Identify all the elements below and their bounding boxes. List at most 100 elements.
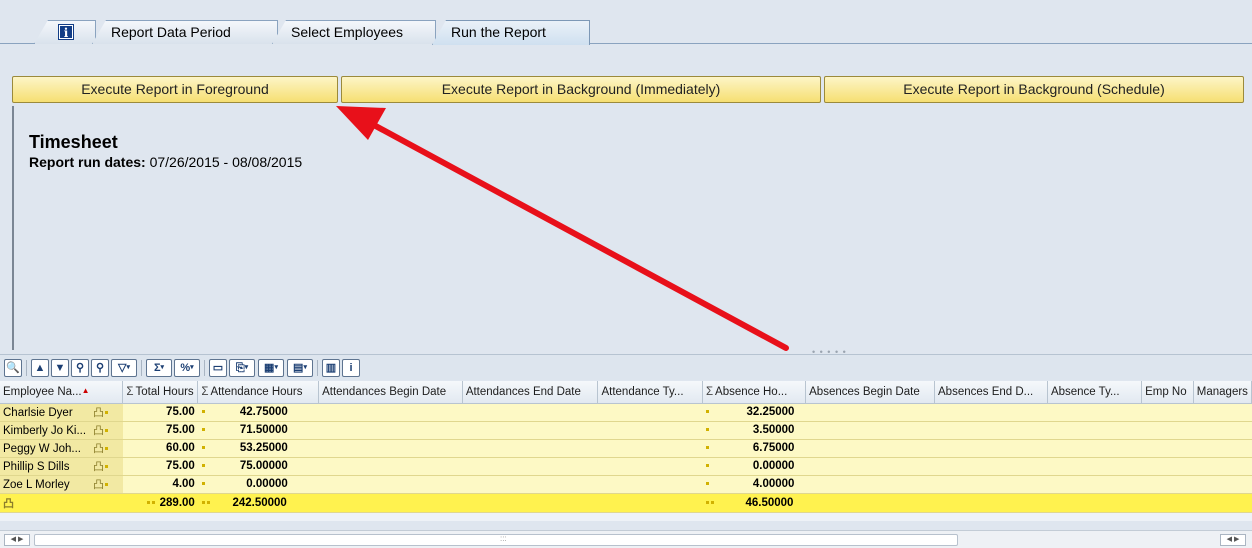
column-header[interactable]: Σ Absence Ho... bbox=[702, 381, 807, 404]
tab-run-the-report[interactable]: Run the Report bbox=[432, 20, 590, 45]
table-cell[interactable] bbox=[805, 403, 935, 422]
execute-background-schedule-button[interactable]: Execute Report in Background (Schedule) bbox=[824, 76, 1244, 103]
total-hours-cell[interactable]: 60.00 bbox=[122, 439, 198, 458]
sort-descending-icon[interactable]: ▼ bbox=[51, 359, 69, 377]
table-cell[interactable] bbox=[1193, 475, 1252, 494]
attendance-hours-cell[interactable]: 42.75000 bbox=[197, 403, 319, 422]
table-cell[interactable] bbox=[318, 439, 463, 458]
employee-name-cell[interactable]: Zoe L Morley 凸 bbox=[0, 475, 123, 494]
table-cell[interactable] bbox=[934, 403, 1048, 422]
column-header[interactable]: Absences Begin Date bbox=[805, 381, 935, 404]
table-cell[interactable] bbox=[462, 421, 598, 440]
column-header[interactable]: Managers bbox=[1193, 381, 1252, 404]
table-cell[interactable] bbox=[934, 475, 1048, 494]
attendance-hours-sum-cell[interactable]: 242.50000 bbox=[197, 493, 319, 513]
table-cell[interactable] bbox=[934, 457, 1048, 476]
table-cell[interactable] bbox=[597, 493, 703, 513]
total-hours-cell[interactable]: 75.00 bbox=[122, 403, 198, 422]
column-header[interactable]: Absence Ty... bbox=[1047, 381, 1143, 404]
table-cell[interactable] bbox=[597, 439, 703, 458]
table-cell[interactable] bbox=[318, 457, 463, 476]
export-icon[interactable]: ⎘▾ bbox=[229, 359, 255, 377]
info-icon[interactable]: i bbox=[342, 359, 360, 377]
table-cell[interactable] bbox=[1193, 457, 1252, 476]
print-preview-icon[interactable]: ▭ bbox=[209, 359, 227, 377]
employee-name-cell[interactable]: Kimberly Jo Ki... 凸 bbox=[0, 421, 123, 440]
absence-hours-cell[interactable]: 32.25000 bbox=[702, 403, 806, 422]
table-cell[interactable] bbox=[1141, 475, 1194, 494]
table-cell[interactable] bbox=[1047, 421, 1142, 440]
total-hours-cell[interactable]: 75.00 bbox=[122, 457, 198, 476]
table-cell[interactable] bbox=[1193, 403, 1252, 422]
table-cell[interactable] bbox=[805, 493, 935, 513]
table-cell[interactable] bbox=[1047, 493, 1142, 513]
table-cell[interactable] bbox=[1141, 421, 1194, 440]
graphic-icon[interactable]: ▥ bbox=[322, 359, 340, 377]
scrollbar-thumb[interactable]: ::: bbox=[34, 534, 958, 546]
attendance-hours-cell[interactable]: 0.00000 bbox=[197, 475, 319, 494]
table-cell[interactable] bbox=[597, 421, 703, 440]
column-header[interactable]: Emp No bbox=[1141, 381, 1194, 404]
column-header[interactable]: Σ Total Hours bbox=[122, 381, 199, 404]
sort-ascending-icon[interactable]: ▲ bbox=[31, 359, 49, 377]
table-cell[interactable] bbox=[1047, 403, 1142, 422]
layout-icon[interactable]: ▦▾ bbox=[258, 359, 284, 377]
tab-select-employees[interactable]: Select Employees bbox=[272, 20, 436, 44]
table-cell[interactable] bbox=[1141, 493, 1194, 513]
tab-report-data-period[interactable]: Report Data Period bbox=[92, 20, 278, 44]
total-hours-cell[interactable]: 4.00 bbox=[122, 475, 198, 494]
select-layout-icon[interactable]: ▤▾ bbox=[287, 359, 313, 377]
table-row[interactable]: Phillip S Dills 凸 75.00 75.00000 0.00000 bbox=[0, 457, 1252, 476]
employee-name-cell[interactable]: Phillip S Dills 凸 bbox=[0, 457, 123, 476]
column-header[interactable]: Attendances Begin Date bbox=[318, 381, 463, 404]
table-cell[interactable] bbox=[462, 403, 598, 422]
table-cell[interactable] bbox=[462, 439, 598, 458]
table-row[interactable]: Zoe L Morley 凸 4.00 0.00000 4.00000 bbox=[0, 475, 1252, 494]
attendance-hours-cell[interactable]: 53.25000 bbox=[197, 439, 319, 458]
table-cell[interactable] bbox=[805, 457, 935, 476]
absence-hours-cell[interactable]: 4.00000 bbox=[702, 475, 806, 494]
table-cell[interactable] bbox=[1047, 439, 1142, 458]
column-header[interactable]: Σ Attendance Hours bbox=[197, 381, 320, 404]
tab-info[interactable]: i bbox=[34, 20, 96, 44]
table-cell[interactable] bbox=[597, 475, 703, 494]
table-cell[interactable] bbox=[318, 421, 463, 440]
table-cell[interactable] bbox=[1047, 457, 1142, 476]
employee-name-cell[interactable]: Peggy W Joh... 凸 bbox=[0, 439, 123, 458]
column-header[interactable]: Employee Na...▲ bbox=[0, 381, 124, 404]
table-cell[interactable] bbox=[934, 421, 1048, 440]
table-cell[interactable] bbox=[462, 493, 598, 513]
table-cell[interactable] bbox=[462, 457, 598, 476]
table-cell[interactable] bbox=[318, 403, 463, 422]
table-cell[interactable] bbox=[805, 421, 935, 440]
table-cell[interactable] bbox=[1193, 421, 1252, 440]
table-row[interactable]: Kimberly Jo Ki... 凸 75.00 71.50000 3.5000… bbox=[0, 421, 1252, 440]
absence-hours-cell[interactable]: 0.00000 bbox=[702, 457, 806, 476]
execute-background-immediately-button[interactable]: Execute Report in Background (Immediatel… bbox=[341, 76, 821, 103]
total-hours-sum-cell[interactable]: 289.00 bbox=[122, 493, 198, 513]
horizontal-scrollbar[interactable]: ◀ ▶ ::: ◀ ▶ bbox=[0, 530, 1252, 548]
absence-hours-cell[interactable]: 6.75000 bbox=[702, 439, 806, 458]
total-hours-cell[interactable]: 75.00 bbox=[122, 421, 198, 440]
scroll-left-right-icon[interactable]: ◀ ▶ bbox=[1220, 534, 1246, 546]
table-cell[interactable] bbox=[805, 475, 935, 494]
find-next-icon[interactable]: ⚲ bbox=[91, 359, 109, 377]
find-icon[interactable]: ⚲ bbox=[71, 359, 89, 377]
table-cell[interactable] bbox=[318, 475, 463, 494]
employee-name-cell[interactable]: Charlsie Dyer 凸 bbox=[0, 403, 123, 422]
sum-icon[interactable]: Σ▾ bbox=[146, 359, 172, 377]
details-icon[interactable]: 🔍 bbox=[4, 359, 22, 377]
table-cell[interactable] bbox=[934, 439, 1048, 458]
table-row[interactable]: Peggy W Joh... 凸 60.00 53.25000 6.75000 bbox=[0, 439, 1252, 458]
totals-label-cell[interactable]: 凸 bbox=[0, 493, 123, 513]
table-cell[interactable] bbox=[1193, 493, 1252, 513]
table-cell[interactable] bbox=[597, 457, 703, 476]
table-cell[interactable] bbox=[934, 493, 1048, 513]
table-cell[interactable] bbox=[1141, 457, 1194, 476]
table-cell[interactable] bbox=[597, 403, 703, 422]
attendance-hours-cell[interactable]: 75.00000 bbox=[197, 457, 319, 476]
totals-row[interactable]: 凸 289.00 242.50000 46.50000 bbox=[0, 493, 1252, 513]
column-header[interactable]: Attendances End Date bbox=[462, 381, 599, 404]
execute-foreground-button[interactable]: Execute Report in Foreground bbox=[12, 76, 338, 103]
table-cell[interactable] bbox=[1141, 403, 1194, 422]
